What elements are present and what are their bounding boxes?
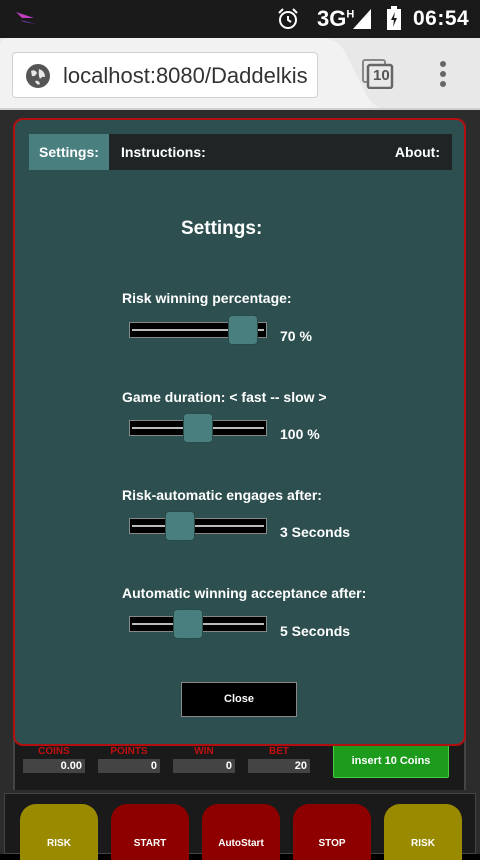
- game-buttons-panel: RISK START AutoStart STOP RISK: [4, 793, 476, 860]
- signal-icon: [353, 9, 371, 29]
- app-notification-icon: [16, 12, 36, 24]
- tabs-button[interactable]: 10: [362, 59, 394, 89]
- game-duration-slider[interactable]: [129, 413, 269, 443]
- close-button[interactable]: Close: [181, 682, 297, 717]
- globe-icon: [26, 64, 50, 88]
- bet-value: 20: [248, 759, 310, 773]
- clock: 06:54: [413, 7, 470, 30]
- overflow-menu-icon[interactable]: [436, 60, 450, 88]
- stop-button[interactable]: STOP: [293, 804, 371, 860]
- coins-label: COINS: [38, 746, 70, 757]
- win-value: 0: [173, 759, 235, 773]
- dialog-title: Settings:: [181, 218, 263, 239]
- dialog-nav: Settings: Instructions: About:: [29, 134, 452, 170]
- risk-right-button[interactable]: RISK: [384, 804, 462, 860]
- risk-percentage-slider[interactable]: [129, 315, 269, 345]
- risk-automatic-label: Risk-automatic engages after:: [122, 487, 322, 503]
- winning-acceptance-slider[interactable]: [129, 609, 269, 639]
- status-bar: 3GH 06:54: [0, 0, 480, 38]
- winning-acceptance-label: Automatic winning acceptance after:: [122, 585, 367, 601]
- risk-automatic-slider[interactable]: [129, 511, 269, 541]
- slider-track: [129, 518, 267, 534]
- winning-acceptance-value: 5 Seconds: [280, 623, 351, 639]
- slider-thumb[interactable]: [183, 413, 213, 443]
- tab-about[interactable]: About:: [395, 134, 440, 170]
- tab-count: 10: [373, 67, 390, 84]
- alarm-icon: [278, 8, 298, 29]
- battery-charging-icon: [387, 6, 401, 30]
- win-label: WIN: [194, 746, 214, 757]
- bet-label: BET: [269, 746, 289, 757]
- autostart-button[interactable]: AutoStart: [202, 804, 280, 860]
- address-bar[interactable]: localhost:8080/Daddelkis: [12, 52, 318, 98]
- network-type: 3GH: [317, 6, 355, 31]
- points-value: 0: [98, 759, 160, 773]
- risk-percentage-label: Risk winning percentage:: [122, 290, 292, 306]
- risk-percentage-value: 70 %: [280, 328, 312, 344]
- start-button[interactable]: START: [111, 804, 189, 860]
- risk-automatic-value: 3 Seconds: [280, 524, 351, 540]
- slider-thumb[interactable]: [173, 609, 203, 639]
- tab-instructions[interactable]: Instructions:: [121, 134, 206, 170]
- slider-thumb[interactable]: [165, 511, 195, 541]
- insert-coins-button[interactable]: insert 10 Coins: [333, 744, 449, 778]
- game-duration-label: Game duration: < fast -- slow >: [122, 389, 327, 405]
- slider-thumb[interactable]: [228, 315, 258, 345]
- points-label: POINTS: [110, 746, 148, 757]
- settings-dialog: Settings: Instructions: About: Settings:…: [13, 118, 466, 746]
- game-duration-value: 100 %: [280, 426, 320, 442]
- url-text: localhost:8080/Daddelkis: [63, 63, 308, 88]
- coins-value: 0.00: [23, 759, 85, 773]
- tab-settings[interactable]: Settings:: [29, 134, 109, 170]
- risk-left-button[interactable]: RISK: [20, 804, 98, 860]
